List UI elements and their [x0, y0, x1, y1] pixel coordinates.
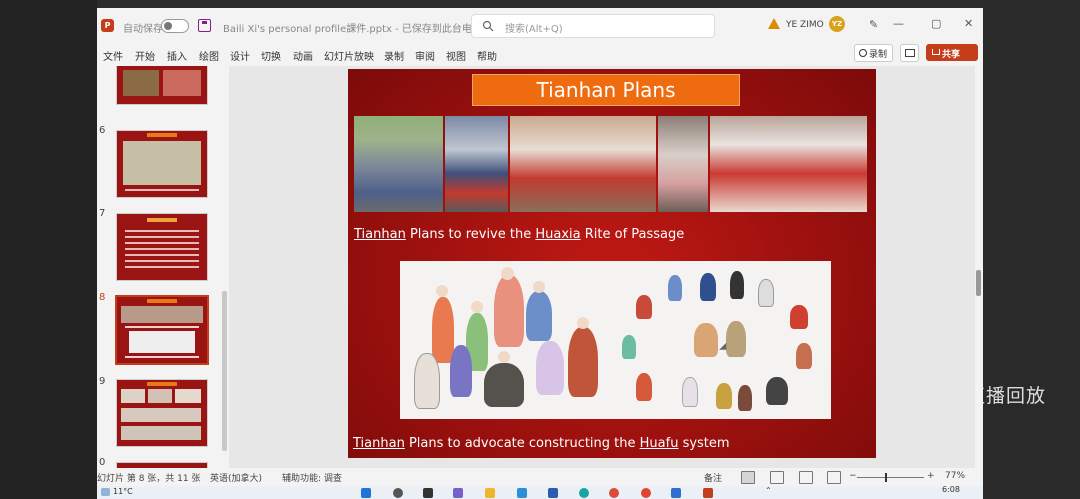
slide-count: 幻灯片 第 8 张，共 11 张 — [97, 474, 201, 484]
avatar[interactable]: YZ — [829, 16, 845, 32]
slide-sorter-icon[interactable] — [770, 471, 784, 484]
powerpoint-logo-icon: P — [101, 19, 114, 32]
normal-view-icon[interactable] — [741, 471, 755, 484]
user-name: YE ZIMO — [786, 20, 824, 30]
tab-animations[interactable]: 动画 — [293, 48, 313, 63]
record-icon — [859, 49, 867, 57]
record-button-label: 录制 — [869, 50, 888, 60]
photo-costume-girls — [658, 116, 708, 212]
close-icon[interactable]: ✕ — [964, 17, 973, 30]
app-icon-orange[interactable] — [641, 488, 651, 498]
tab-review[interactable]: 审阅 — [415, 48, 435, 63]
zoom-slider[interactable] — [857, 477, 924, 478]
restore-icon[interactable]: ▢ — [931, 17, 941, 30]
file-explorer-icon[interactable] — [485, 488, 495, 498]
search-taskbar-icon[interactable] — [393, 488, 403, 498]
slide-thumbnail-7[interactable] — [116, 213, 208, 281]
slide-thumbnail-pane: 6 7 8 9 0 — [97, 66, 229, 474]
caption-huafu-system: Tianhan Plans to advocate constructing t… — [353, 436, 730, 451]
language-indicator[interactable]: 英语(加拿大) — [210, 471, 262, 484]
slide-thumbnail-9[interactable] — [116, 379, 208, 447]
comment-button[interactable] — [900, 44, 919, 62]
pen-icon[interactable]: ✎ — [869, 18, 878, 31]
powerpoint-taskbar-icon[interactable] — [703, 488, 713, 498]
slide-thumbnail-5[interactable] — [116, 66, 208, 105]
tab-view[interactable]: 视图 — [446, 48, 466, 63]
tab-draw[interactable]: 绘图 — [199, 48, 219, 63]
minimize-icon[interactable]: — — [893, 17, 904, 30]
video-frame-top — [97, 0, 983, 8]
slide-title[interactable]: Tianhan Plans — [472, 74, 740, 106]
share-button-label: 共享 — [942, 50, 961, 60]
start-icon[interactable] — [361, 488, 371, 498]
save-icon[interactable] — [198, 19, 211, 32]
reading-view-icon[interactable] — [799, 471, 813, 484]
powerpoint-window: P 自动保存 Baili Xi's personal profile課件.ppt… — [97, 8, 983, 499]
tab-slideshow[interactable]: 幻灯片放映 — [324, 48, 374, 63]
zoom-level[interactable]: 77% — [945, 471, 965, 481]
app-icon-blue[interactable] — [671, 488, 681, 498]
status-bar: 幻灯片 第 8 张，共 11 张 英语(加拿大) 辅助功能: 调查 备注 − +… — [97, 468, 983, 486]
windows-taskbar: 11°C ⌃ 6:08 — [97, 485, 983, 499]
photo-coming-of-age — [710, 116, 867, 212]
video-frame-right — [983, 0, 1080, 499]
slide-number-10: 0 — [99, 457, 106, 468]
tab-design[interactable]: 设计 — [230, 48, 250, 63]
tab-file[interactable]: 文件 — [103, 48, 123, 63]
autosave-toggle[interactable] — [161, 19, 189, 33]
search-input[interactable]: 搜索(Alt+Q) — [471, 14, 715, 38]
tab-record[interactable]: 录制 — [384, 48, 404, 63]
chat-icon[interactable] — [453, 488, 463, 498]
record-button[interactable]: 录制 — [854, 44, 893, 62]
clock-time[interactable]: 6:08 — [942, 485, 960, 494]
document-title[interactable]: Baili Xi's personal profile課件.pptx - 已保存… — [223, 20, 482, 35]
tab-help[interactable]: 帮助 — [477, 48, 497, 63]
zoom-slider-handle[interactable] — [885, 473, 887, 482]
title-bar: P 自动保存 Baili Xi's personal profile課件.ppt… — [97, 8, 983, 40]
slide-thumbnail-6[interactable] — [116, 130, 208, 198]
tab-transitions[interactable]: 切换 — [261, 48, 281, 63]
share-button[interactable]: 共享 — [926, 44, 978, 61]
slide-number-8: 8 — [99, 292, 106, 303]
tray-chevron-icon[interactable]: ⌃ — [765, 486, 772, 495]
warning-icon[interactable] — [768, 18, 780, 29]
search-placeholder: 搜索(Alt+Q) — [505, 24, 563, 35]
slide-number-9: 9 — [99, 376, 106, 387]
edge-icon[interactable] — [517, 488, 527, 498]
comment-icon — [905, 49, 915, 57]
video-frame-left — [0, 0, 97, 499]
weather-temp[interactable]: 11°C — [113, 487, 133, 496]
slide-number-6: 6 — [99, 125, 106, 136]
tab-home[interactable]: 开始 — [135, 48, 155, 63]
app-icon-teal[interactable] — [579, 488, 589, 498]
chrome-icon[interactable] — [609, 488, 619, 498]
slideshow-view-icon[interactable] — [827, 471, 841, 484]
autosave-label: 自动保存 — [123, 24, 163, 35]
caption-rite-of-passage: Tianhan Plans to revive the Huaxia Rite … — [354, 227, 685, 242]
photo-ceremony-outdoor — [354, 116, 443, 212]
thumbnail-scrollbar[interactable] — [222, 291, 227, 451]
tab-insert[interactable]: 插入 — [167, 48, 187, 63]
photo-hall-ritual — [510, 116, 656, 212]
slide-number-7: 7 — [99, 208, 106, 219]
ribbon-tabs: 文件 开始 插入 绘图 设计 切换 动画 幻灯片放映 录制 审阅 视图 帮助 — [97, 42, 983, 64]
photo-ceremony-group — [445, 116, 508, 212]
task-view-icon[interactable] — [423, 488, 433, 498]
huafu-illustration[interactable] — [400, 261, 831, 419]
photo-collage[interactable] — [354, 116, 867, 212]
zoom-in-icon[interactable]: + — [927, 471, 935, 481]
current-slide[interactable]: Tianhan Plans Tianhan Plans to revive th… — [348, 69, 876, 458]
slide-thumbnail-8-selected[interactable] — [115, 295, 209, 365]
store-icon[interactable] — [548, 488, 558, 498]
share-icon — [932, 49, 940, 55]
accessibility-status[interactable]: 辅助功能: 调查 — [282, 471, 342, 484]
canvas-scrollbar[interactable] — [976, 270, 981, 296]
search-icon — [482, 20, 494, 32]
weather-icon — [101, 488, 110, 496]
notes-button[interactable]: 备注 — [704, 471, 722, 484]
zoom-out-icon[interactable]: − — [849, 471, 857, 481]
